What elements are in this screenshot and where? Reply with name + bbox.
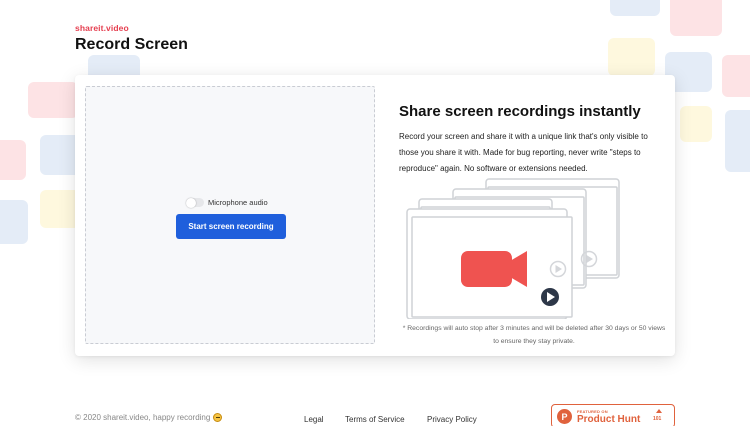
decor-tile bbox=[722, 55, 750, 97]
play-icon bbox=[541, 288, 559, 306]
decor-tile bbox=[0, 140, 26, 180]
retention-footnote: * Recordings will auto stop after 3 minu… bbox=[402, 325, 666, 345]
terms-of-service-link[interactable]: Terms of Service bbox=[345, 415, 405, 424]
decor-tile bbox=[608, 38, 655, 76]
copyright: © 2020 shareit.video, happy recording bbox=[75, 413, 223, 422]
smile-emoji-icon bbox=[213, 413, 223, 422]
decor-tile bbox=[40, 135, 80, 175]
info-description: Record your screen and share it with a u… bbox=[399, 132, 648, 173]
microphone-row: Microphone audio bbox=[186, 197, 268, 208]
recorder-card: Microphone audio Start screen recording … bbox=[75, 75, 675, 356]
toggle-knob bbox=[186, 197, 196, 208]
product-hunt-badge[interactable]: P FEATURED ON Product Hunt 101 bbox=[551, 404, 675, 426]
copyright-text: © 2020 shareit.video, happy recording bbox=[75, 413, 211, 422]
microphone-label: Microphone audio bbox=[208, 198, 268, 207]
recording-area: Microphone audio Start screen recording bbox=[85, 86, 375, 344]
page-title: Record Screen bbox=[75, 36, 188, 53]
microphone-toggle[interactable] bbox=[186, 197, 204, 208]
decor-tile bbox=[40, 190, 80, 228]
decor-tile bbox=[610, 0, 660, 16]
decor-tile bbox=[725, 110, 750, 172]
start-recording-button[interactable]: Start screen recording bbox=[176, 214, 286, 239]
upvote-count: 101 bbox=[653, 416, 662, 422]
privacy-policy-link[interactable]: Privacy Policy bbox=[427, 415, 477, 424]
product-hunt-logo-icon: P bbox=[557, 409, 572, 424]
recording-illustration bbox=[406, 178, 620, 319]
info-headline: Share screen recordings instantly bbox=[399, 103, 641, 120]
decor-tile bbox=[680, 106, 712, 142]
decor-tile bbox=[0, 200, 28, 244]
decor-tile bbox=[28, 82, 78, 118]
brand-name[interactable]: shareit.video bbox=[75, 23, 129, 33]
decor-tile bbox=[670, 0, 722, 36]
product-hunt-name: Product Hunt bbox=[577, 414, 641, 425]
upvote-triangle-icon bbox=[656, 409, 662, 413]
legal-link[interactable]: Legal bbox=[304, 415, 324, 424]
